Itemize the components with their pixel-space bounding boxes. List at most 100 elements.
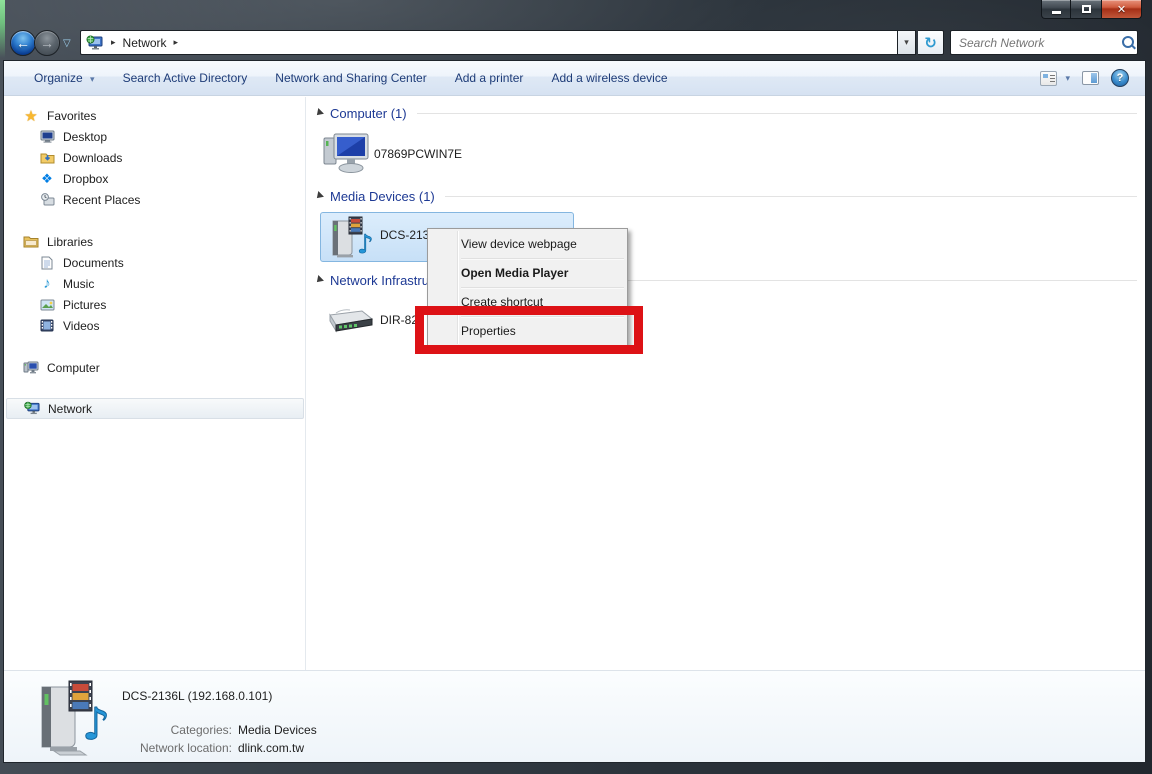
document-icon [39,255,55,271]
navigation-bar: ← → ▽ ▸ Network ▸ ▾ ↻ [0,28,1152,58]
sidebar-item-computer[interactable]: Computer [6,357,304,378]
sidebar-item-documents[interactable]: Documents [6,252,304,273]
music-note-icon: ♪ [39,276,55,292]
minimize-icon [1052,11,1061,14]
sidebar-label: Pictures [63,298,106,312]
group-header-media-devices[interactable]: Media Devices (1) [315,188,1145,204]
details-pane: ♪ DCS-2136L (192.168.0.101) Categories: … [4,670,1145,762]
sidebar-item-music[interactable]: ♪ Music [6,273,304,294]
picture-icon [39,297,55,313]
views-icon [1040,71,1057,86]
computer-item-label[interactable]: 07869PCWIN7E [374,147,462,161]
minimize-button[interactable] [1041,0,1071,19]
router-item-icon[interactable] [322,301,376,341]
details-label: Categories: [4,723,232,737]
chevron-down-icon: ▾ [904,37,909,48]
help-button[interactable]: ? [1111,69,1129,87]
network-icon [86,35,104,51]
libraries-icon [23,234,39,250]
svg-text:♪: ♪ [357,230,374,260]
collapse-triangle-icon[interactable] [314,108,324,118]
organize-label: Organize [34,71,83,85]
navigation-pane: ★ Favorites Desktop Downloads ❖ [4,97,306,670]
sidebar-item-network[interactable]: Network [6,398,304,419]
sidebar-label: Documents [63,256,124,270]
search-input[interactable] [951,36,1120,50]
group-label: Computer (1) [330,106,407,121]
close-button[interactable]: ✕ [1101,0,1142,19]
breadcrumb-network[interactable]: Network [123,36,167,50]
search-box [950,30,1138,55]
details-value: Media Devices [238,723,317,737]
menu-item-view-device-webpage[interactable]: View device webpage [428,231,627,257]
sidebar-item-favorites[interactable]: ★ Favorites [6,105,304,126]
chevron-down-icon: ▾ [1065,73,1070,84]
sidebar-item-desktop[interactable]: Desktop [6,126,304,147]
refresh-button[interactable]: ↻ [918,30,944,55]
sidebar-label: Network [48,402,92,416]
maximize-button[interactable] [1071,0,1101,19]
sidebar-item-pictures[interactable]: Pictures [6,294,304,315]
add-printer-button[interactable]: Add a printer [441,71,538,85]
sidebar-label: Computer [47,361,100,375]
router-item-label[interactable]: DIR-82 [380,313,418,327]
menu-separator [461,287,624,288]
media-device-icon[interactable]: ♪ [327,215,375,261]
command-toolbar: Organize ▾ Search Active Directory Netwo… [4,61,1145,96]
breadcrumb-separator-icon[interactable]: ▸ [174,37,179,48]
items-view: Computer (1) 07869PCWIN7E [307,97,1145,670]
back-button[interactable]: ← [10,30,36,56]
collapse-triangle-icon[interactable] [314,275,324,285]
help-icon: ? [1117,72,1124,84]
forward-button[interactable]: → [34,30,60,56]
computer-item-icon[interactable] [322,129,372,177]
maximize-icon [1082,5,1091,13]
sidebar-label: Desktop [63,130,107,144]
sidebar-label: Videos [63,319,99,333]
window-caption-buttons: ✕ [1041,0,1142,19]
address-dropdown-button[interactable]: ▾ [898,30,916,55]
computer-icon [23,360,39,376]
dropbox-icon: ❖ [39,171,55,187]
details-title: DCS-2136L (192.168.0.101) [122,689,272,703]
star-icon: ★ [23,108,39,124]
change-view-button[interactable]: ▾ [1040,71,1070,86]
menu-item-open-media-player[interactable]: Open Media Player [428,260,627,286]
group-label: Media Devices (1) [330,189,435,204]
group-rule [445,196,1137,197]
sidebar-item-dropbox[interactable]: ❖ Dropbox [6,168,304,189]
add-wireless-device-button[interactable]: Add a wireless device [537,71,681,85]
sidebar-label: Downloads [63,151,122,165]
address-bar[interactable]: ▸ Network ▸ [80,30,898,55]
organize-button[interactable]: Organize ▾ [20,71,109,85]
sidebar-label: Music [63,277,94,291]
details-label: Network location: [4,741,232,755]
sidebar-label: Favorites [47,109,96,123]
sidebar-item-libraries[interactable]: Libraries [6,231,304,252]
search-icon[interactable] [1120,35,1130,51]
sidebar-item-videos[interactable]: Videos [6,315,304,336]
network-icon [24,401,40,417]
network-sharing-center-button[interactable]: Network and Sharing Center [261,71,440,85]
recent-pages-chevron-icon[interactable]: ▽ [63,38,71,49]
details-row-network-location: Network location: dlink.com.tw [4,741,304,755]
search-active-directory-button[interactable]: Search Active Directory [109,71,262,85]
recent-places-icon [39,192,55,208]
group-rule [417,113,1137,114]
sidebar-label: Libraries [47,235,93,249]
sidebar-label: Recent Places [63,193,140,207]
details-row-categories: Categories: Media Devices [4,723,317,737]
sidebar-label: Dropbox [63,172,108,186]
sidebar-item-downloads[interactable]: Downloads [6,147,304,168]
downloads-folder-icon [39,150,55,166]
collapse-triangle-icon[interactable] [314,191,324,201]
refresh-icon: ↻ [924,34,937,52]
explorer-body: ★ Favorites Desktop Downloads ❖ [4,97,1145,670]
preview-pane-button[interactable] [1082,71,1099,85]
annotation-highlight-box [415,306,643,354]
breadcrumb-separator-icon: ▸ [111,37,116,48]
sidebar-item-recent-places[interactable]: Recent Places [6,189,304,210]
group-header-computer[interactable]: Computer (1) [315,105,1145,121]
details-value: dlink.com.tw [238,741,304,755]
close-icon: ✕ [1117,3,1126,16]
